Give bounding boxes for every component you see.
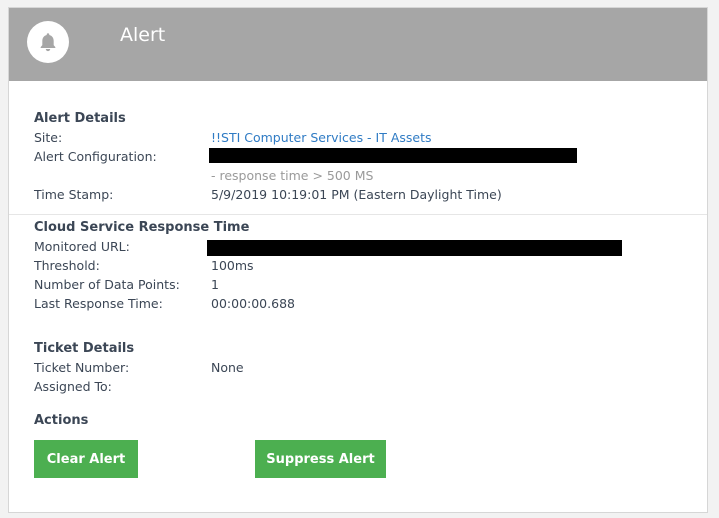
alert-card: Alert Alert Details Site: !!STI Computer…	[8, 7, 708, 513]
page-title: Alert	[120, 24, 166, 46]
bell-icon	[40, 33, 56, 52]
cloud-service-heading: Cloud Service Response Time	[34, 220, 250, 235]
suppress-alert-button[interactable]: Suppress Alert	[255, 440, 386, 478]
time-stamp-value: 5/9/2019 10:19:01 PM (Eastern Daylight T…	[211, 187, 502, 202]
ticket-details-heading: Ticket Details	[34, 341, 135, 356]
site-link[interactable]: !!STI Computer Services - IT Assets	[211, 130, 432, 145]
bell-badge	[27, 21, 69, 63]
data-points-value: 1	[211, 277, 219, 292]
ticket-number-value: None	[211, 360, 244, 375]
monitored-url-label: Monitored URL:	[34, 239, 130, 254]
monitored-url-redacted	[207, 240, 622, 256]
assigned-to-label: Assigned To:	[34, 379, 112, 394]
data-points-label: Number of Data Points:	[34, 277, 180, 292]
section-divider	[9, 214, 707, 215]
threshold-label: Threshold:	[34, 258, 100, 273]
actions-heading: Actions	[34, 413, 89, 428]
alert-configuration-redacted	[209, 148, 577, 163]
last-response-time-label: Last Response Time:	[34, 296, 163, 311]
threshold-value: 100ms	[211, 258, 254, 273]
time-stamp-label: Time Stamp:	[34, 187, 114, 202]
ticket-number-label: Ticket Number:	[34, 360, 130, 375]
last-response-time-value: 00:00:00.688	[211, 296, 295, 311]
site-label: Site:	[34, 130, 63, 145]
alert-header: Alert	[9, 8, 707, 81]
alert-configuration-label: Alert Configuration:	[34, 149, 157, 164]
alert-details-heading: Alert Details	[34, 111, 126, 126]
clear-alert-button[interactable]: Clear Alert	[34, 440, 138, 478]
alert-configuration-condition: - response time > 500 MS	[211, 168, 374, 183]
